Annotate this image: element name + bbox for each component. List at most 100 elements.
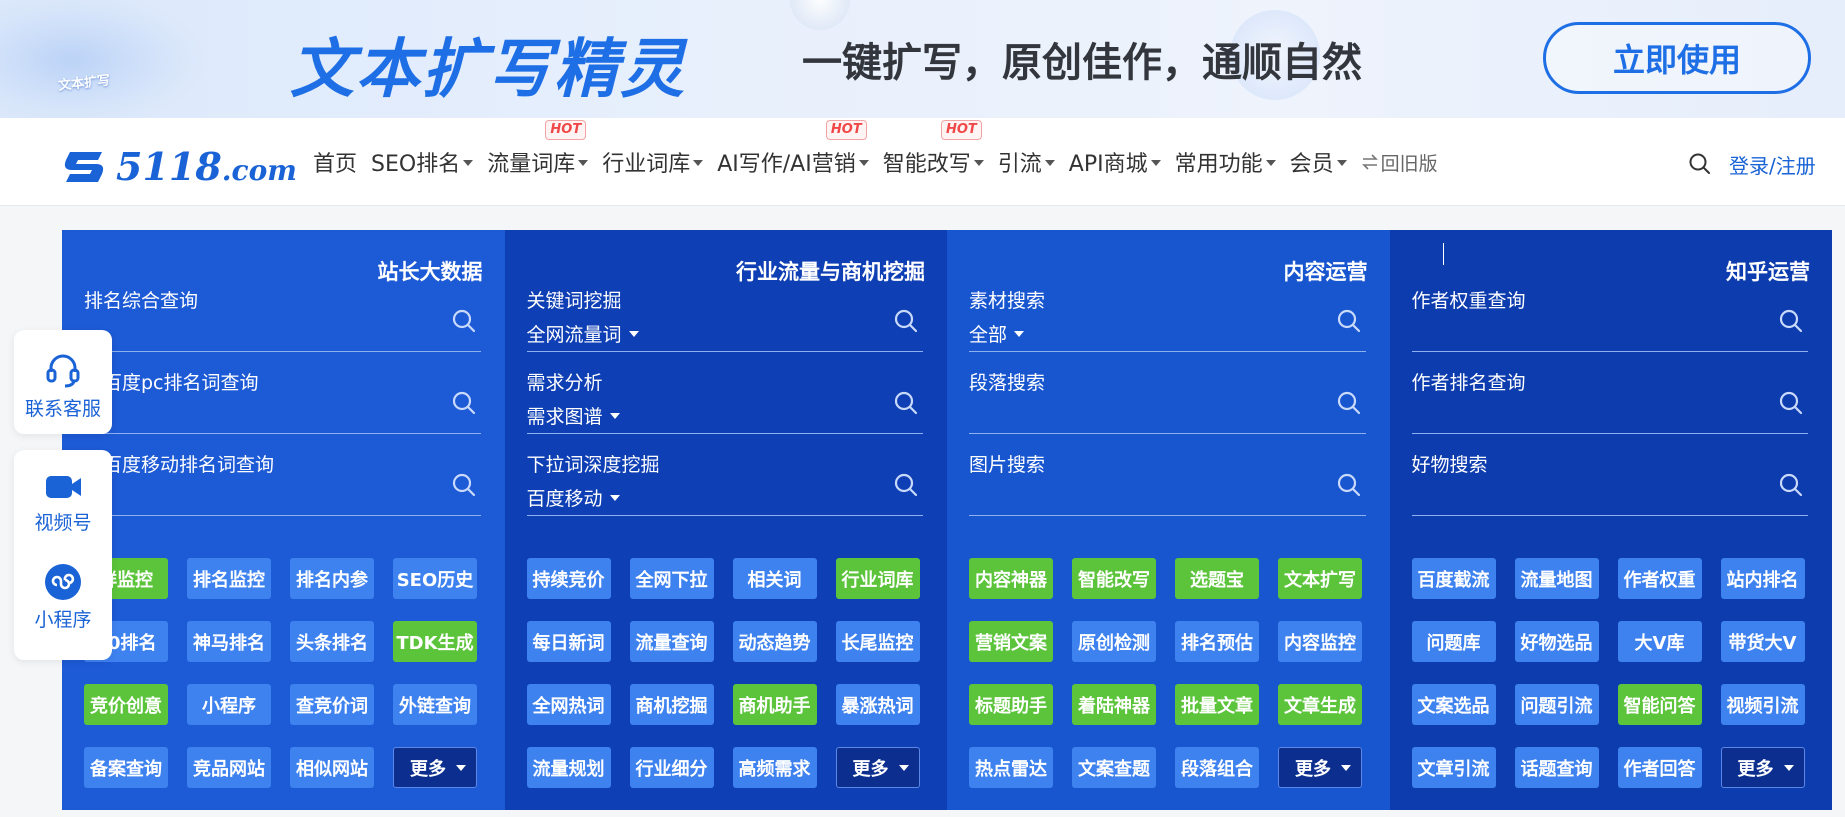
tool-button[interactable]: 批量文章 xyxy=(1175,684,1259,725)
tool-button[interactable]: 作者回答 xyxy=(1617,747,1702,788)
search-field[interactable]: 站百度pc排名词查询 xyxy=(84,368,481,434)
nav-item-5[interactable]: 智能改写 HOT xyxy=(883,120,984,178)
mini-program-label[interactable]: 小程序 xyxy=(34,605,91,632)
search-scope-select[interactable]: 全部 xyxy=(969,320,1025,347)
more-dropdown-button[interactable]: 更多 xyxy=(835,747,920,788)
more-dropdown-button[interactable]: 更多 xyxy=(1720,747,1805,788)
tool-button[interactable]: 排名监控 xyxy=(187,558,271,599)
search-field[interactable]: 排名综合查询 xyxy=(84,286,481,352)
search-icon[interactable] xyxy=(893,308,919,338)
tool-button[interactable]: 内容神器 xyxy=(969,558,1053,599)
search-field[interactable]: 作者排名查询 xyxy=(1411,368,1808,434)
search-scope-select[interactable]: 全网流量词 xyxy=(527,320,639,347)
tool-button[interactable]: 动态趋势 xyxy=(732,621,817,662)
tool-button[interactable]: 段落组合 xyxy=(1175,747,1259,788)
nav-item-3[interactable]: 行业词库 xyxy=(602,146,704,178)
tool-button[interactable]: 文本扩写 xyxy=(1278,558,1362,599)
tool-button[interactable]: 商机挖掘 xyxy=(629,684,714,725)
tool-button[interactable]: 流量查询 xyxy=(629,621,714,662)
search-icon[interactable] xyxy=(1778,472,1804,502)
login-register-link[interactable]: 登录/注册 xyxy=(1729,150,1816,179)
search-scope-select[interactable]: 需求图谱 xyxy=(527,402,620,429)
search-icon[interactable] xyxy=(1336,472,1362,502)
search-icon[interactable] xyxy=(1336,308,1362,338)
tool-button[interactable]: 文案选品 xyxy=(1411,684,1496,725)
search-icon[interactable] xyxy=(451,472,477,502)
site-logo[interactable]: 5118.com xyxy=(60,144,297,189)
tool-button[interactable]: 着陆神器 xyxy=(1072,684,1156,725)
search-icon[interactable] xyxy=(893,472,919,502)
tool-button[interactable]: 问题引流 xyxy=(1514,684,1599,725)
search-field[interactable]: 需求分析 需求图谱 xyxy=(526,368,923,434)
tool-button[interactable]: 行业细分 xyxy=(629,747,714,788)
tool-button[interactable]: TDK生成 xyxy=(393,621,477,662)
nav-item-6[interactable]: 引流 xyxy=(998,146,1055,178)
search-field[interactable]: 关键词挖掘 全网流量词 xyxy=(526,286,923,352)
tool-button[interactable]: 流量地图 xyxy=(1514,558,1599,599)
search-icon[interactable] xyxy=(1778,390,1804,420)
tool-button[interactable]: 大V库 xyxy=(1617,621,1702,662)
tool-button[interactable]: 相似网站 xyxy=(290,747,374,788)
tool-button[interactable]: 百度截流 xyxy=(1411,558,1496,599)
tool-button[interactable]: 热点雷达 xyxy=(969,747,1053,788)
tool-button[interactable]: 全网下拉 xyxy=(629,558,714,599)
tool-button[interactable]: 外链查询 xyxy=(393,684,477,725)
nav-item-7[interactable]: API商城 xyxy=(1069,146,1161,178)
search-scope-select[interactable]: 百度移动 xyxy=(527,484,620,511)
tool-button[interactable]: 智能问答 xyxy=(1617,684,1702,725)
search-field[interactable]: 图片搜索 xyxy=(969,450,1366,516)
search-icon[interactable] xyxy=(1778,308,1804,338)
search-field[interactable]: 下拉词深度挖掘 百度移动 xyxy=(526,450,923,516)
contact-service-card[interactable]: 联系客服 xyxy=(14,330,112,434)
tool-button[interactable]: 视频引流 xyxy=(1720,684,1805,725)
search-field[interactable]: 作者权重查询 xyxy=(1411,286,1808,352)
tool-button[interactable]: 站内排名 xyxy=(1720,558,1805,599)
tool-button[interactable]: 带货大V xyxy=(1720,621,1805,662)
tool-button[interactable]: 原创检测 xyxy=(1072,621,1156,662)
search-icon[interactable] xyxy=(1688,152,1712,176)
search-icon[interactable] xyxy=(1336,390,1362,420)
tool-button[interactable]: 文章生成 xyxy=(1278,684,1362,725)
tool-button[interactable]: 标题助手 xyxy=(969,684,1053,725)
tool-button[interactable]: 话题查询 xyxy=(1514,747,1599,788)
tool-button[interactable]: 问题库 xyxy=(1411,621,1496,662)
tool-button[interactable]: 暴涨热词 xyxy=(835,684,920,725)
nav-item-0[interactable]: 首页 xyxy=(313,146,357,178)
more-dropdown-button[interactable]: 更多 xyxy=(393,747,477,788)
banner-cta-button[interactable]: 立即使用 xyxy=(1543,22,1811,94)
search-field[interactable]: 段落搜索 xyxy=(969,368,1366,434)
tool-button[interactable]: 长尾监控 xyxy=(835,621,920,662)
tool-button[interactable]: 头条排名 xyxy=(290,621,374,662)
nav-item-1[interactable]: SEO排名 xyxy=(371,146,474,178)
tool-button[interactable]: 文章引流 xyxy=(1411,747,1496,788)
tool-button[interactable]: 竞品网站 xyxy=(187,747,271,788)
tool-button[interactable]: 好物选品 xyxy=(1514,621,1599,662)
tool-button[interactable]: 排名内参 xyxy=(290,558,374,599)
nav-item-9[interactable]: 会员 xyxy=(1290,146,1347,178)
old-version-link[interactable]: 回旧版 xyxy=(1361,149,1438,176)
tool-button[interactable]: 相关词 xyxy=(732,558,817,599)
video-channel-label[interactable]: 视频号 xyxy=(34,508,91,535)
search-icon[interactable] xyxy=(893,390,919,420)
tool-button[interactable]: 查竞价词 xyxy=(290,684,374,725)
tool-button[interactable]: 选题宝 xyxy=(1175,558,1259,599)
nav-item-4[interactable]: AI写作/AI营销 HOT xyxy=(717,120,869,178)
tool-button[interactable]: 排名预估 xyxy=(1175,621,1259,662)
search-field[interactable]: 站百度移动排名词查询 xyxy=(84,450,481,516)
tool-button[interactable]: 全网热词 xyxy=(526,684,611,725)
tool-button[interactable]: 持续竞价 xyxy=(526,558,611,599)
tool-button[interactable]: 竞价创意 xyxy=(84,684,168,725)
tool-button[interactable]: 智能改写 xyxy=(1072,558,1156,599)
tool-button[interactable]: 内容监控 xyxy=(1278,621,1362,662)
more-dropdown-button[interactable]: 更多 xyxy=(1278,747,1362,788)
tool-button[interactable]: 文案查题 xyxy=(1072,747,1156,788)
tool-button[interactable]: 行业词库 xyxy=(835,558,920,599)
search-icon[interactable] xyxy=(451,390,477,420)
nav-item-2[interactable]: 流量词库 HOT xyxy=(487,120,589,178)
tool-button[interactable]: 神马排名 xyxy=(187,621,271,662)
search-field[interactable]: 好物搜索 xyxy=(1411,450,1808,516)
mini-program-icon[interactable] xyxy=(44,563,82,601)
tool-button[interactable]: 备案查询 xyxy=(84,747,168,788)
search-icon[interactable] xyxy=(451,308,477,338)
tool-button[interactable]: 流量规划 xyxy=(526,747,611,788)
